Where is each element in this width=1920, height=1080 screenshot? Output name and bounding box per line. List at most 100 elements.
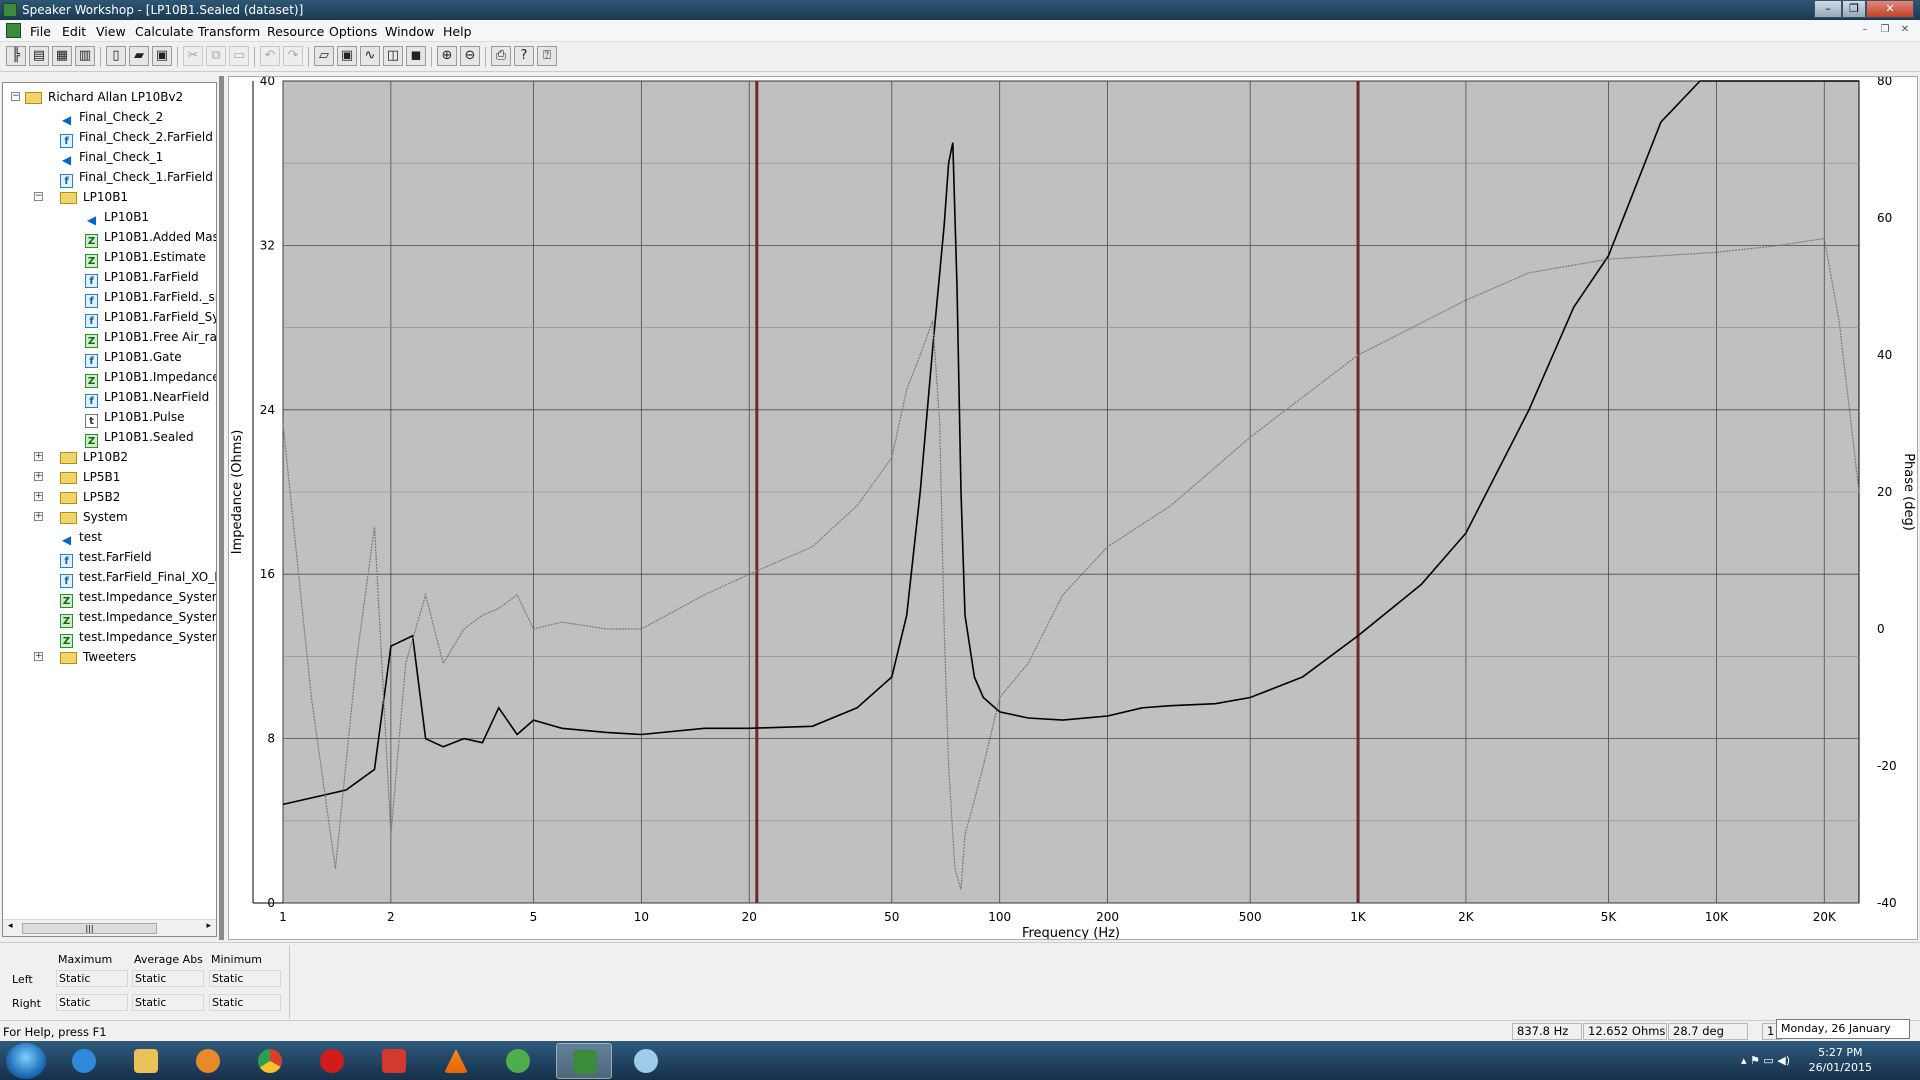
taskbar-mail[interactable]	[366, 1043, 422, 1079]
open-folder-icon[interactable]: ▰	[129, 46, 149, 66]
maximize-button[interactable]: ❐	[1842, 0, 1866, 18]
mdi-close-button[interactable]: ✕	[1896, 23, 1914, 38]
tree-item[interactable]: f LP10B1.Gate	[85, 349, 182, 368]
tree-item[interactable]: f LP10B1.FarField	[85, 269, 199, 288]
tree-item[interactable]: ◀ test	[60, 529, 102, 547]
tree-item-label: LP10B1.Estimate	[104, 250, 206, 264]
chart-window-icon[interactable]: ▣	[337, 46, 357, 66]
tree-horizontal-scrollbar[interactable]: ◂ ||| ▸	[3, 919, 216, 936]
tree-item[interactable]: ◀ Final_Check_1	[60, 149, 163, 167]
zoom-in-icon[interactable]: ⊕	[437, 46, 457, 66]
open-dataset-icon[interactable]: ▱	[314, 46, 334, 66]
chart-window[interactable]: 1 2 5 10 20 50 100 200 500 1K 2K 5K 10K 20K 0 8 16 24 32 40…	[228, 74, 1918, 941]
taskbar-vlc[interactable]	[428, 1043, 484, 1079]
save-icon[interactable]: ▣	[152, 46, 172, 66]
tree-expander[interactable]: +	[34, 492, 43, 501]
tree-item[interactable]: Tweeters	[60, 649, 136, 665]
tree-item[interactable]: System	[60, 509, 128, 525]
tree-item[interactable]: Ztest.Impedance_System I	[60, 589, 216, 608]
grid-view-icon[interactable]: ▥	[75, 46, 95, 66]
tree-item[interactable]: Z LP10B1.Sealed	[85, 429, 194, 448]
measure-icon[interactable]: ◫	[383, 46, 403, 66]
taskbar-ie[interactable]	[56, 1043, 112, 1079]
tree-item[interactable]: Z LP10B1.Estimate	[85, 249, 206, 268]
system-clock[interactable]: 5:27 PM 26/01/2015	[1809, 1045, 1872, 1075]
taskbar-media-player[interactable]	[180, 1043, 236, 1079]
undo-icon[interactable]: ↶	[260, 46, 280, 66]
graph-icon[interactable]: ∿	[360, 46, 380, 66]
print-icon[interactable]: ⎙	[491, 46, 511, 66]
cut-icon[interactable]: ✂	[183, 46, 203, 66]
folder-icon	[60, 512, 77, 524]
taskbar-speaker-workshop[interactable]	[556, 1043, 612, 1079]
new-file-icon[interactable]: ▯	[106, 46, 126, 66]
help-icon[interactable]: ?	[514, 46, 534, 66]
menu-transform[interactable]: Transform	[198, 24, 260, 39]
tray-icons[interactable]: ▴ ⚑ ▭ ◀)	[1741, 1054, 1790, 1067]
impedance-chart[interactable]: 1 2 5 10 20 50 100 200 500 1K 2K 5K 10K 20K 0 8 16 24 32 40…	[229, 74, 1917, 941]
tree-expander[interactable]: +	[34, 512, 43, 521]
tree-item[interactable]: Z LP10B1.Free Air_raw	[85, 329, 216, 348]
menu-options[interactable]: Options	[329, 24, 377, 39]
tree-item[interactable]: f LP10B1.FarField._sm	[85, 289, 216, 308]
tree-expander[interactable]: −	[11, 92, 20, 101]
mdi-restore-button[interactable]: ❐	[1876, 23, 1894, 38]
menu-calculate[interactable]: Calculate	[135, 24, 193, 39]
tree-item[interactable]: LP5B2	[60, 489, 120, 505]
mdi-minimize-button[interactable]: –	[1856, 23, 1874, 38]
taskbar-utorrent[interactable]	[490, 1043, 546, 1079]
menu-edit[interactable]: Edit	[62, 24, 86, 39]
tree-root[interactable]: Richard Allan LP10Bv2	[25, 89, 183, 105]
paste-icon[interactable]: ▭	[229, 46, 249, 66]
tree-item[interactable]: Z LP10B1.Added Mass	[85, 229, 216, 248]
tree-item[interactable]: Ztest.Impedance_System I	[60, 609, 216, 628]
tree-view-icon[interactable]: ╠	[6, 46, 26, 66]
pane-splitter[interactable]	[219, 76, 224, 940]
taskbar-chrome[interactable]	[242, 1043, 298, 1079]
copy-icon[interactable]: ⧉	[206, 46, 226, 66]
list-view-icon[interactable]: ▤	[29, 46, 49, 66]
redo-icon[interactable]: ↷	[283, 46, 303, 66]
tree-item[interactable]: f LP10B1.NearField	[85, 389, 209, 408]
tree-item[interactable]: Z LP10B1.Impedance	[85, 369, 216, 388]
taskbar-explorer[interactable]	[118, 1043, 174, 1079]
document-icon[interactable]	[6, 23, 21, 38]
tree-item[interactable]: ◀ Final_Check_2	[60, 109, 163, 127]
speaker-icon: ◀	[86, 213, 97, 227]
tree-item[interactable]: Ztest.Impedance_System I	[60, 629, 217, 648]
taskbar-opera[interactable]	[304, 1043, 360, 1079]
tree-expander[interactable]: +	[34, 452, 43, 461]
context-help-icon[interactable]: ⍰	[537, 46, 557, 66]
tree-item[interactable]: f LP10B1.FarField_Sys	[85, 309, 216, 328]
zoom-out-icon[interactable]: ⊖	[460, 46, 480, 66]
tree-item-label: test.Impedance_System I	[79, 630, 217, 644]
close-button[interactable]: ✕	[1866, 0, 1914, 18]
tree-expander[interactable]: +	[34, 652, 43, 661]
menu-view[interactable]: View	[96, 24, 126, 39]
tree-item[interactable]: f test.FarField_Final_XO_M	[60, 569, 216, 588]
start-button[interactable]	[6, 1043, 46, 1079]
menu-help[interactable]: Help	[443, 24, 472, 39]
tree-expander[interactable]: +	[34, 472, 43, 481]
stop-measure-icon[interactable]: ◼	[406, 46, 426, 66]
tree-item[interactable]: t LP10B1.Pulse	[85, 409, 184, 428]
toolbar: ╠ ▤ ▦ ▥ ▯ ▰ ▣ ✂ ⧉ ▭ ↶ ↷ ▱ ▣ ∿ ◫ ◼ ⊕ ⊖ ⎙ …	[0, 42, 1920, 72]
tree-item[interactable]: f Final_Check_1.FarField	[60, 169, 213, 188]
tree-item[interactable]: LP10B2	[60, 449, 128, 465]
title-bar[interactable]: Speaker Workshop - [LP10B1.Sealed (datas…	[0, 0, 1920, 20]
tree-item[interactable]: ◀ LP10B1	[85, 209, 149, 227]
details-view-icon[interactable]: ▦	[52, 46, 72, 66]
tree-item[interactable]: LP5B1	[60, 469, 120, 485]
menu-window[interactable]: Window	[385, 24, 434, 39]
project-tree[interactable]: − Richard Allan LP10Bv2 ◀ Final_Check_2 f Fin…	[2, 82, 217, 937]
scrollbar-thumb[interactable]: |||	[22, 923, 157, 934]
tree-item[interactable]: LP10B1	[60, 189, 128, 205]
menu-file[interactable]: File	[30, 24, 51, 39]
tree-expander[interactable]: −	[34, 192, 43, 201]
tree-item[interactable]: f test.FarField	[60, 549, 152, 568]
menu-resource[interactable]: Resource	[267, 24, 324, 39]
minimize-button[interactable]: –	[1814, 0, 1842, 18]
taskbar-paint[interactable]	[618, 1043, 674, 1079]
tree-item[interactable]: f Final_Check_2.FarField	[60, 129, 213, 148]
statistics-panel: Maximum Average Abs Minimum Left Static …	[0, 942, 1920, 1019]
